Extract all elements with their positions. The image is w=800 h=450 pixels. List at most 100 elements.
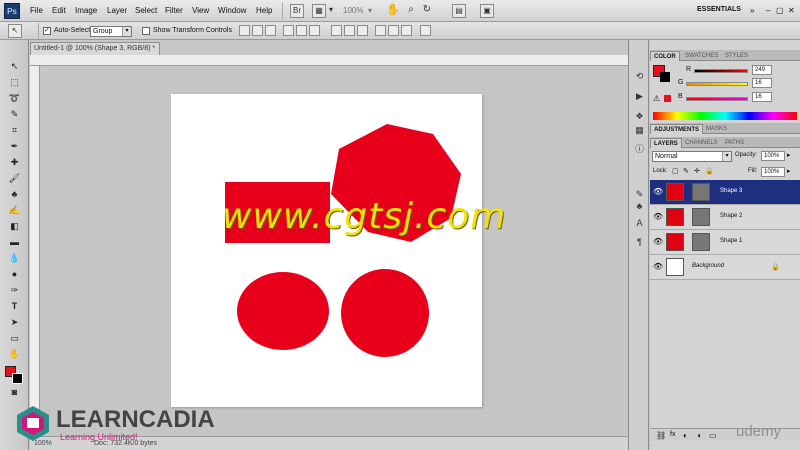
clone-source-panel-icon[interactable]: ♣ bbox=[633, 200, 646, 212]
menu-view[interactable]: View bbox=[192, 6, 209, 15]
minimize-icon[interactable]: – bbox=[766, 6, 770, 15]
paragraph-panel-icon[interactable]: ¶ bbox=[633, 236, 646, 248]
distribute-horizontal-icon[interactable] bbox=[388, 25, 399, 36]
view-extras-icon[interactable]: ▦ bbox=[312, 4, 326, 18]
eyedropper-tool-icon[interactable]: ✒ bbox=[6, 140, 23, 153]
green-value-field[interactable]: 16 bbox=[752, 78, 772, 88]
align-right-icon[interactable] bbox=[309, 25, 320, 36]
clone-stamp-tool-icon[interactable]: ♣ bbox=[6, 188, 23, 201]
menu-window[interactable]: Window bbox=[218, 6, 246, 15]
close-icon[interactable]: ✕ bbox=[788, 6, 795, 15]
quick-mask-icon[interactable]: ◙ bbox=[6, 386, 23, 399]
menu-edit[interactable]: Edit bbox=[52, 6, 66, 15]
brushes-panel-icon[interactable]: ✎ bbox=[633, 188, 646, 200]
hand-tool-icon[interactable]: ✋ bbox=[6, 348, 23, 361]
eye-icon[interactable]: 👁 bbox=[653, 238, 663, 246]
layer-row-background[interactable]: 👁 Background 🔒 bbox=[650, 255, 800, 280]
blur-tool-icon[interactable]: 💧 bbox=[6, 252, 23, 265]
tab-color[interactable]: COLOR bbox=[650, 51, 680, 61]
eraser-tool-icon[interactable]: ◧ bbox=[6, 220, 23, 233]
move-tool-preset-icon[interactable]: ↖ bbox=[8, 24, 22, 38]
tab-masks[interactable]: MASKS bbox=[703, 124, 730, 134]
chevron-right-icon[interactable]: ▸ bbox=[787, 167, 791, 175]
arrange-documents-icon[interactable]: ▤ bbox=[452, 4, 466, 18]
screen-mode-icon[interactable]: ▣ bbox=[480, 4, 494, 18]
lasso-tool-icon[interactable]: ➰ bbox=[6, 92, 23, 105]
quick-select-tool-icon[interactable]: ✎ bbox=[6, 108, 23, 121]
background-color-swatch[interactable] bbox=[660, 72, 670, 82]
blue-slider[interactable] bbox=[686, 97, 748, 101]
distribute-right-icon[interactable] bbox=[401, 25, 412, 36]
new-group-icon[interactable]: ▭ bbox=[709, 431, 717, 440]
shape-tool-icon[interactable]: ▭ bbox=[6, 332, 23, 345]
rotate-view-icon[interactable]: ↻ bbox=[420, 4, 434, 18]
link-layers-icon[interactable]: ⛓ bbox=[656, 431, 666, 440]
blend-mode-dropdown[interactable]: Normal ▾ bbox=[652, 151, 732, 162]
layer-row-shape-3[interactable]: 👁 Shape 3 bbox=[650, 180, 800, 205]
chevron-down-icon[interactable]: ▾ bbox=[368, 6, 372, 15]
show-transform-checkbox[interactable] bbox=[142, 27, 150, 35]
red-slider[interactable] bbox=[694, 69, 748, 73]
distribute-bottom-icon[interactable] bbox=[357, 25, 368, 36]
menu-layer[interactable]: Layer bbox=[107, 6, 127, 15]
background-color-swatch[interactable] bbox=[12, 373, 23, 384]
document-canvas[interactable] bbox=[171, 94, 482, 407]
tab-layers[interactable]: LAYERS bbox=[650, 138, 682, 148]
gamut-swatch[interactable] bbox=[664, 95, 671, 102]
distribute-center-icon[interactable] bbox=[344, 25, 355, 36]
blue-value-field[interactable]: 16 bbox=[752, 92, 772, 102]
document-tab[interactable]: Untitled-1 @ 100% (Shape 3, RGB/8) * bbox=[30, 42, 160, 55]
zoom-level[interactable]: 100% bbox=[343, 6, 363, 15]
lock-transparency-icon[interactable]: ▢ bbox=[672, 167, 679, 175]
tab-swatches[interactable]: SWATCHES bbox=[682, 51, 721, 61]
workspace-switcher[interactable]: ESSENTIALS bbox=[697, 6, 741, 13]
layer-row-shape-2[interactable]: 👁 Shape 2 bbox=[650, 205, 800, 230]
align-bottom-icon[interactable] bbox=[265, 25, 276, 36]
menu-select[interactable]: Select bbox=[135, 6, 157, 15]
lock-pixels-icon[interactable]: ✎ bbox=[683, 167, 689, 175]
menu-filter[interactable]: Filter bbox=[165, 6, 183, 15]
dodge-tool-icon[interactable]: ● bbox=[6, 268, 23, 281]
tab-paths[interactable]: PATHS bbox=[722, 138, 747, 148]
new-adjustment-icon[interactable]: ◑ bbox=[696, 431, 701, 440]
crop-tool-icon[interactable]: ⌗ bbox=[6, 124, 23, 137]
eye-icon[interactable]: 👁 bbox=[653, 213, 663, 221]
fill-field[interactable]: 100% bbox=[761, 167, 785, 177]
path-selection-tool-icon[interactable]: ➤ bbox=[6, 316, 23, 329]
auto-select-checkbox[interactable]: ✓ bbox=[43, 27, 51, 35]
histogram-panel-icon[interactable]: ▦ bbox=[633, 124, 646, 136]
actions-panel-icon[interactable]: ▶ bbox=[633, 90, 646, 102]
layer-style-icon[interactable]: fx bbox=[670, 431, 675, 438]
green-slider[interactable] bbox=[686, 82, 748, 86]
menu-help[interactable]: Help bbox=[256, 6, 272, 15]
add-mask-icon[interactable]: ◐ bbox=[683, 431, 688, 440]
distribute-top-icon[interactable] bbox=[331, 25, 342, 36]
chevron-right-icon[interactable]: ▸ bbox=[787, 151, 791, 159]
navigator-panel-icon[interactable]: ❖ bbox=[633, 110, 646, 122]
gradient-tool-icon[interactable]: ▬ bbox=[6, 236, 23, 249]
menu-file[interactable]: File bbox=[30, 6, 43, 15]
type-tool-icon[interactable]: T bbox=[6, 300, 23, 313]
hand-icon[interactable]: ✋ bbox=[386, 4, 400, 18]
history-brush-tool-icon[interactable]: ✍ bbox=[6, 204, 23, 217]
chevron-down-icon[interactable]: ▾ bbox=[327, 4, 335, 18]
bridge-icon[interactable]: Br bbox=[290, 4, 304, 18]
align-top-icon[interactable] bbox=[239, 25, 250, 36]
tab-channels[interactable]: CHANNELS bbox=[682, 138, 721, 148]
menu-image[interactable]: Image bbox=[75, 6, 97, 15]
tab-adjustments[interactable]: ADJUSTMENTS bbox=[650, 124, 704, 134]
lock-position-icon[interactable]: ✛ bbox=[694, 167, 700, 175]
brush-tool-icon[interactable]: 🖌 bbox=[6, 172, 23, 185]
color-spectrum-ramp[interactable] bbox=[653, 112, 797, 120]
info-panel-icon[interactable]: ⓘ bbox=[633, 143, 646, 155]
pen-tool-icon[interactable]: ✑ bbox=[6, 284, 23, 297]
eye-icon[interactable]: 👁 bbox=[653, 263, 663, 271]
red-value-field[interactable]: 249 bbox=[752, 65, 772, 75]
restore-icon[interactable]: ▢ bbox=[776, 6, 784, 15]
move-tool-icon[interactable]: ↖ bbox=[6, 60, 23, 73]
zoom-tool-icon[interactable]: ⌕ bbox=[404, 4, 418, 18]
character-panel-icon[interactable]: A bbox=[633, 217, 646, 229]
chevron-right-icon[interactable]: » bbox=[750, 6, 754, 15]
auto-select-dropdown[interactable]: Group ▾ bbox=[90, 26, 132, 37]
marquee-tool-icon[interactable]: ⬚ bbox=[6, 76, 23, 89]
